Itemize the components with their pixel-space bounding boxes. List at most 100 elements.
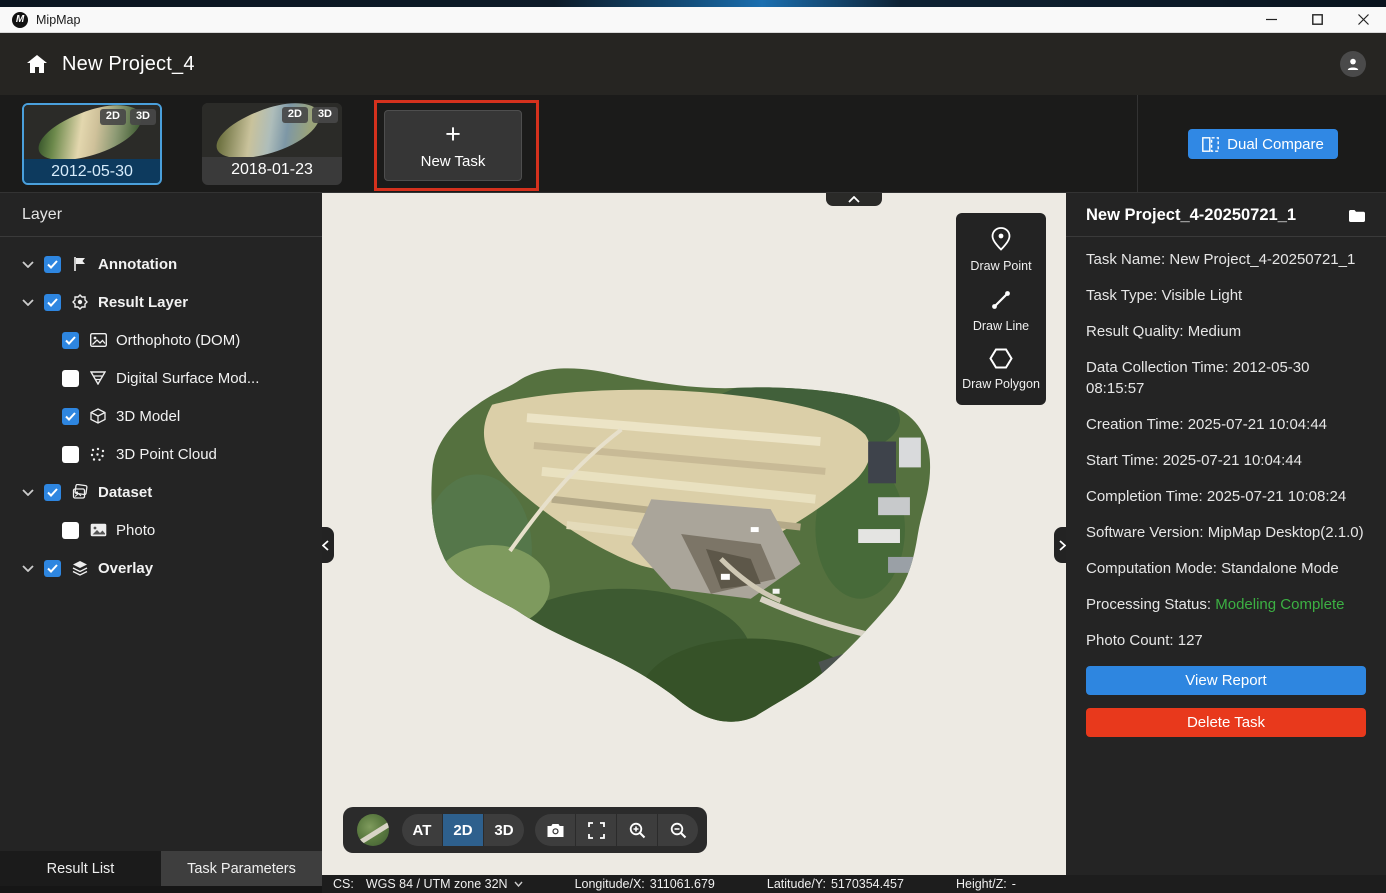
badge-3d: 3D	[312, 107, 338, 123]
zoom-extent-button[interactable]	[576, 814, 616, 846]
layer-checkbox[interactable]	[44, 256, 61, 273]
detail-task-name: Task Name: New Project_4-20250721_1	[1086, 249, 1366, 270]
task-badges: 2D 3D	[282, 107, 338, 123]
chevron-down-icon	[514, 881, 523, 887]
project-title: New Project_4	[62, 53, 195, 76]
task-date-label: 2012-05-30	[24, 159, 160, 185]
detail-processing-status: Processing Status: Modeling Complete	[1086, 594, 1366, 615]
layer-item-annotation[interactable]: Annotation	[0, 245, 322, 283]
layer-checkbox[interactable]	[44, 560, 61, 577]
view-report-button[interactable]: View Report	[1086, 666, 1366, 695]
task-thumbnail-image: 2D 3D	[24, 105, 160, 159]
chevron-down-icon[interactable]	[22, 261, 34, 268]
layer-checkbox[interactable]	[62, 446, 79, 463]
app-header: New Project_4	[0, 33, 1386, 95]
layer-panel-title: Layer	[0, 193, 322, 236]
chevron-up-icon	[848, 196, 860, 203]
view-mode-3d[interactable]: 3D	[484, 814, 524, 846]
task-thumbnail-image: 2D 3D	[202, 103, 342, 157]
screenshot-button[interactable]	[535, 814, 575, 846]
layer-item-3d-model[interactable]: 3D Model	[0, 397, 322, 435]
layer-panel: Layer Annotation Result Layer Orthophoto…	[0, 193, 322, 851]
detail-task-type: Task Type: Visible Light	[1086, 285, 1366, 306]
photo-icon	[90, 523, 107, 537]
folder-icon[interactable]	[1348, 209, 1366, 223]
mipmap-logo-icon: M	[12, 12, 28, 28]
task-date-label: 2018-01-23	[202, 157, 342, 183]
camera-icon	[546, 823, 565, 838]
draw-line-tool[interactable]: Draw Line	[973, 289, 1029, 333]
collapse-right-panel-handle[interactable]	[1054, 527, 1066, 563]
dual-compare-button[interactable]: Dual Compare	[1188, 129, 1338, 159]
zoom-in-button[interactable]	[617, 814, 657, 846]
badge-icon	[72, 294, 88, 310]
collapse-left-panel-handle[interactable]	[322, 527, 334, 563]
layer-item-dsm[interactable]: Digital Surface Mod...	[0, 359, 322, 397]
cube-icon	[90, 408, 106, 424]
chevron-down-icon[interactable]	[22, 565, 34, 572]
layer-checkbox[interactable]	[62, 522, 79, 539]
task-card-2012-05-30[interactable]: 2D 3D 2012-05-30	[22, 103, 162, 185]
zoom-out-button[interactable]	[658, 814, 698, 846]
layer-item-overlay[interactable]: Overlay	[0, 549, 322, 587]
point-cloud-icon	[90, 447, 105, 462]
layer-checkbox[interactable]	[62, 332, 79, 349]
dual-compare-icon	[1202, 137, 1219, 152]
badge-2d: 2D	[282, 107, 308, 123]
task-card-2018-01-23[interactable]: 2D 3D 2018-01-23	[202, 103, 342, 185]
longitude-readout: Longitude/X: 311061.679	[575, 877, 715, 891]
layer-checkbox[interactable]	[44, 484, 61, 501]
map-tool-group	[535, 814, 698, 846]
user-avatar-button[interactable]	[1340, 51, 1366, 77]
zoom-out-icon	[670, 822, 687, 839]
detail-software-version: Software Version: MipMap Desktop(2.1.0)	[1086, 522, 1366, 543]
window-controls	[1248, 7, 1386, 32]
zoom-in-icon	[629, 822, 646, 839]
taskbar-divider	[1137, 95, 1138, 193]
tab-result-list[interactable]: Result List	[0, 851, 161, 886]
left-bottom-strip	[0, 886, 322, 893]
orthophoto-layer[interactable]	[422, 350, 980, 738]
tab-task-parameters[interactable]: Task Parameters	[161, 851, 322, 886]
plus-icon: +	[445, 121, 461, 147]
collapse-topbar-handle[interactable]	[826, 193, 882, 206]
layer-item-3d-point-cloud[interactable]: 3D Point Cloud	[0, 435, 322, 473]
layer-item-orthophoto[interactable]: Orthophoto (DOM)	[0, 321, 322, 359]
desktop-background-strip	[0, 0, 1386, 7]
detail-photo-count: Photo Count: 127	[1086, 630, 1366, 651]
draw-point-tool[interactable]: Draw Point	[970, 227, 1031, 273]
delete-task-button[interactable]: Delete Task	[1086, 708, 1366, 737]
chevron-right-icon	[1059, 540, 1066, 551]
new-task-button[interactable]: + New Task	[384, 110, 522, 181]
close-button[interactable]	[1340, 7, 1386, 32]
maximize-button[interactable]	[1294, 7, 1340, 32]
dsm-triangle-icon	[90, 371, 106, 385]
image-icon	[90, 333, 107, 347]
draw-polygon-tool[interactable]: Draw Polygon	[962, 348, 1040, 391]
height-readout: Height/Z: -	[956, 877, 1016, 891]
chevron-down-icon[interactable]	[22, 299, 34, 306]
detail-data-collection-time: Data Collection Time: 2012-05-30 08:15:5…	[1086, 357, 1366, 399]
task-thumbnails-bar: 2D 3D 2012-05-30 2D 3D 2018-01-23 + New …	[0, 95, 1386, 193]
map-viewport[interactable]: Draw Point Draw Line Draw Polygon AT 2D …	[322, 193, 1066, 875]
detail-creation-time: Creation Time: 2025-07-21 10:04:44	[1086, 414, 1366, 435]
layer-checkbox[interactable]	[62, 408, 79, 425]
view-mode-at[interactable]: AT	[402, 814, 442, 846]
status-bar: CS: WGS 84 / UTM zone 32N Longitude/X: 3…	[322, 875, 1386, 893]
home-icon[interactable]	[26, 54, 48, 74]
detail-result-quality: Result Quality: Medium	[1086, 321, 1366, 342]
view-mode-2d[interactable]: 2D	[443, 814, 483, 846]
titlebar: M MipMap	[0, 7, 1386, 33]
basemap-thumbnail[interactable]	[357, 814, 389, 846]
detail-start-time: Start Time: 2025-07-21 10:04:44	[1086, 450, 1366, 471]
detail-completion-time: Completion Time: 2025-07-21 10:08:24	[1086, 486, 1366, 507]
layer-checkbox[interactable]	[44, 294, 61, 311]
layer-item-result-layer[interactable]: Result Layer	[0, 283, 322, 321]
layer-item-photo[interactable]: Photo	[0, 511, 322, 549]
layer-item-dataset[interactable]: Dataset	[0, 473, 322, 511]
minimize-button[interactable]	[1248, 7, 1294, 32]
pin-icon	[990, 227, 1012, 251]
chevron-down-icon[interactable]	[22, 489, 34, 496]
layer-checkbox[interactable]	[62, 370, 79, 387]
coordinate-system-select[interactable]: WGS 84 / UTM zone 32N	[366, 877, 523, 891]
